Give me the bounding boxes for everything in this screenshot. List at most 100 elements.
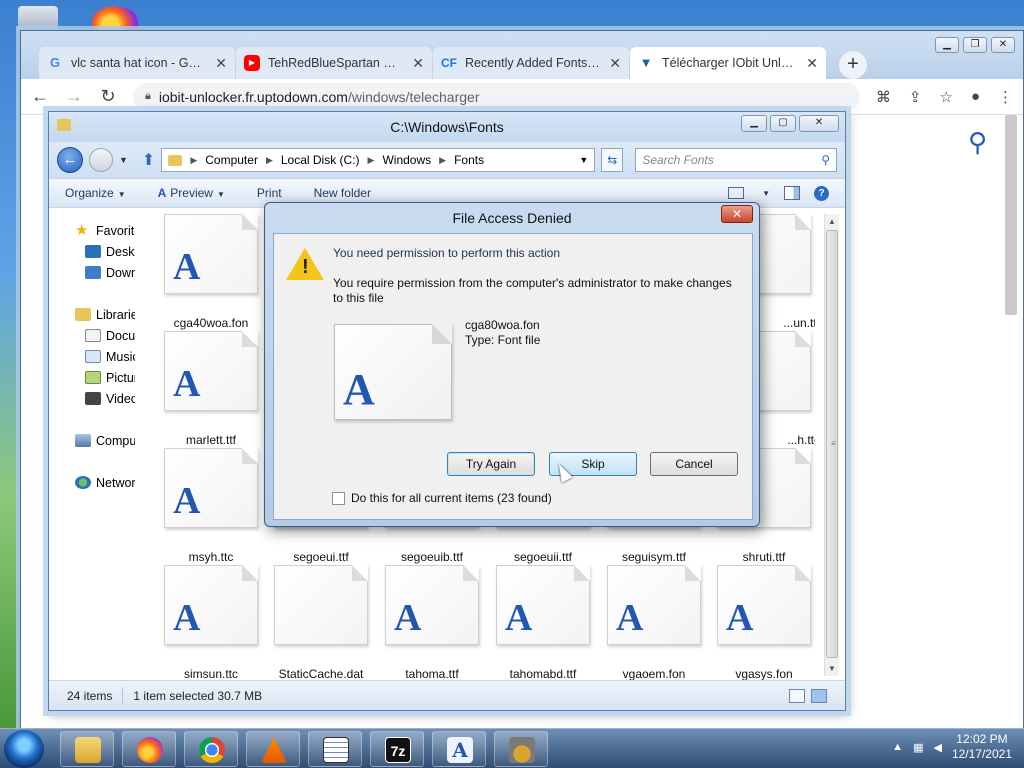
- page-search-icon[interactable]: ⚲: [968, 127, 987, 158]
- navigation-pane: ★ Favorites Desktop Downloads Libraries Docum…: [55, 208, 135, 680]
- back-arrow-icon[interactable]: ←: [31, 86, 49, 107]
- file-item[interactable]: StaticCache.dat: [265, 565, 377, 681]
- change-view-icon[interactable]: [728, 187, 745, 199]
- recent-pages-chevron-icon[interactable]: ▼: [119, 155, 128, 165]
- close-button[interactable]: ✕: [799, 115, 839, 132]
- taskbar-iobit-unlocker[interactable]: [494, 731, 548, 767]
- youtube-icon: ▶: [244, 55, 260, 71]
- file-item[interactable]: Asimsun.ttc: [155, 565, 267, 681]
- nav-item-label: Network: [96, 475, 135, 490]
- file-item[interactable]: Avgaoem.fon: [598, 565, 710, 681]
- scroll-thumb[interactable]: ≡: [826, 230, 838, 658]
- preview-pane-icon[interactable]: [784, 186, 800, 200]
- page-scrollbar[interactable]: [1005, 115, 1017, 315]
- nav-item-downloads[interactable]: Downloads: [55, 262, 135, 283]
- tab-cf[interactable]: CF Recently Added Fonts Fon ✕: [433, 47, 629, 79]
- nav-item-music[interactable]: Music: [55, 346, 135, 367]
- file-item[interactable]: Amsyh.ttc: [155, 448, 267, 564]
- large-icons-view-icon[interactable]: [811, 688, 827, 703]
- nav-item-documents[interactable]: Documents: [55, 325, 135, 346]
- clock-date: 12/17/2021: [951, 747, 1012, 761]
- dialog-main-instruction: You need permission to perform this acti…: [333, 246, 561, 260]
- tab-close-icon[interactable]: ✕: [609, 55, 621, 72]
- chevron-down-icon[interactable]: ▼: [579, 155, 588, 165]
- menu-dots-icon[interactable]: ⋮: [998, 88, 1013, 106]
- nav-item-pictures[interactable]: Pictures: [55, 367, 135, 388]
- taskbar-firefox[interactable]: [122, 731, 176, 767]
- scroll-up-icon[interactable]: ▲: [825, 214, 839, 229]
- taskbar-7zip[interactable]: 7z: [370, 731, 424, 767]
- tab-youtube[interactable]: ▶ TehRedBlueSpartan Nomi ✕: [236, 47, 432, 79]
- file-item[interactable]: Atahoma.ttf: [376, 565, 488, 681]
- minimize-button[interactable]: ▁: [741, 115, 767, 132]
- new-folder-button[interactable]: New folder: [314, 186, 371, 200]
- preview-button[interactable]: A Preview ▼: [158, 186, 225, 200]
- apply-to-all-checkbox[interactable]: [332, 491, 345, 505]
- file-item[interactable]: Avgasys.fon: [708, 565, 815, 681]
- back-arrow-icon[interactable]: ←: [57, 147, 83, 173]
- show-hidden-icons-icon[interactable]: ▲: [892, 741, 903, 753]
- new-tab-button[interactable]: +: [839, 51, 867, 79]
- organize-label: Organize: [65, 186, 114, 200]
- tab-close-icon[interactable]: ✕: [412, 55, 424, 72]
- address-bar[interactable]: 🔒︎ iobit-unlocker.fr.uptodown.com/window…: [133, 82, 860, 111]
- breadcrumb[interactable]: ▶ Computer ▶ Local Disk (C:) ▶ Windows ▶…: [161, 148, 596, 172]
- help-icon[interactable]: ?: [814, 185, 829, 201]
- nav-item-libraries[interactable]: Libraries: [55, 304, 135, 325]
- close-button[interactable]: ✕: [991, 37, 1015, 53]
- tab-close-icon[interactable]: ✕: [215, 55, 227, 72]
- vertical-scrollbar[interactable]: ▲ ≡ ▼: [824, 214, 839, 676]
- scroll-down-icon[interactable]: ▼: [825, 661, 839, 676]
- uptodown-icon: ▼: [639, 55, 653, 70]
- translate-icon[interactable]: ⌘: [876, 88, 891, 106]
- try-again-button[interactable]: Try Again: [447, 452, 535, 476]
- nav-item-computer[interactable]: Computer: [55, 430, 135, 451]
- desktop-icon: [85, 245, 101, 258]
- minimize-button[interactable]: ▁: [935, 37, 959, 53]
- taskbar-notepad[interactable]: [308, 731, 362, 767]
- print-button[interactable]: Print: [257, 186, 282, 200]
- file-item[interactable]: Acga40woa.fon: [155, 214, 267, 330]
- details-view-icon[interactable]: [789, 688, 805, 703]
- explorer-window-controls: ▁ ▢ ✕: [741, 115, 839, 132]
- tab-close-icon[interactable]: ✕: [806, 55, 818, 72]
- explorer-icon: [75, 737, 101, 763]
- file-item[interactable]: Atahomabd.ttf: [487, 565, 599, 681]
- 7zip-icon: 7z: [385, 737, 411, 763]
- volume-icon[interactable]: ◀: [933, 741, 941, 754]
- maximize-button[interactable]: ▢: [770, 115, 796, 132]
- bookmark-star-icon[interactable]: ☆: [939, 88, 952, 106]
- chevron-down-icon[interactable]: ▼: [762, 189, 770, 198]
- breadcrumb-windows[interactable]: Windows: [382, 153, 431, 167]
- search-input[interactable]: Search Fonts ⚲: [635, 148, 837, 172]
- reload-icon[interactable]: ↻: [99, 86, 117, 107]
- profile-icon[interactable]: ●: [971, 88, 980, 106]
- refresh-icon[interactable]: ⇆: [601, 148, 624, 172]
- taskbar-font-viewer[interactable]: A: [432, 731, 486, 767]
- breadcrumb-local-disk[interactable]: Local Disk (C:): [281, 153, 360, 167]
- tab-google[interactable]: G vlc santa hat icon - Google ✕: [39, 47, 235, 79]
- nav-item-videos[interactable]: Videos: [55, 388, 135, 409]
- taskbar-explorer[interactable]: [60, 731, 114, 767]
- taskbar-chrome[interactable]: [184, 731, 238, 767]
- restore-button[interactable]: ❐: [963, 37, 987, 53]
- network-status-icon[interactable]: ▦: [913, 741, 923, 754]
- cancel-button[interactable]: Cancel: [650, 452, 738, 476]
- taskbar-vlc[interactable]: [246, 731, 300, 767]
- forward-arrow-icon[interactable]: [89, 148, 113, 172]
- clock[interactable]: 12:02 PM 12/17/2021: [952, 732, 1012, 762]
- breadcrumb-fonts[interactable]: Fonts: [454, 153, 484, 167]
- close-button[interactable]: ✕: [721, 205, 753, 223]
- tab-uptodown[interactable]: ▼ Télécharger IObit Unlocke ✕: [630, 47, 826, 79]
- apply-to-all-label[interactable]: Do this for all current items (23 found): [351, 491, 552, 505]
- breadcrumb-computer[interactable]: Computer: [205, 153, 258, 167]
- start-button[interactable]: [4, 730, 44, 768]
- file-item[interactable]: Amarlett.ttf: [155, 331, 267, 447]
- share-icon[interactable]: ⇪: [909, 88, 922, 106]
- organize-button[interactable]: Organize ▼: [65, 186, 126, 200]
- up-arrow-icon[interactable]: ⬆: [142, 150, 155, 170]
- nav-item-desktop[interactable]: Desktop: [55, 241, 135, 262]
- nav-item-network[interactable]: Network: [55, 472, 135, 493]
- nav-item-favorites[interactable]: ★ Favorites: [55, 220, 135, 241]
- forward-arrow-icon[interactable]: →: [65, 86, 83, 107]
